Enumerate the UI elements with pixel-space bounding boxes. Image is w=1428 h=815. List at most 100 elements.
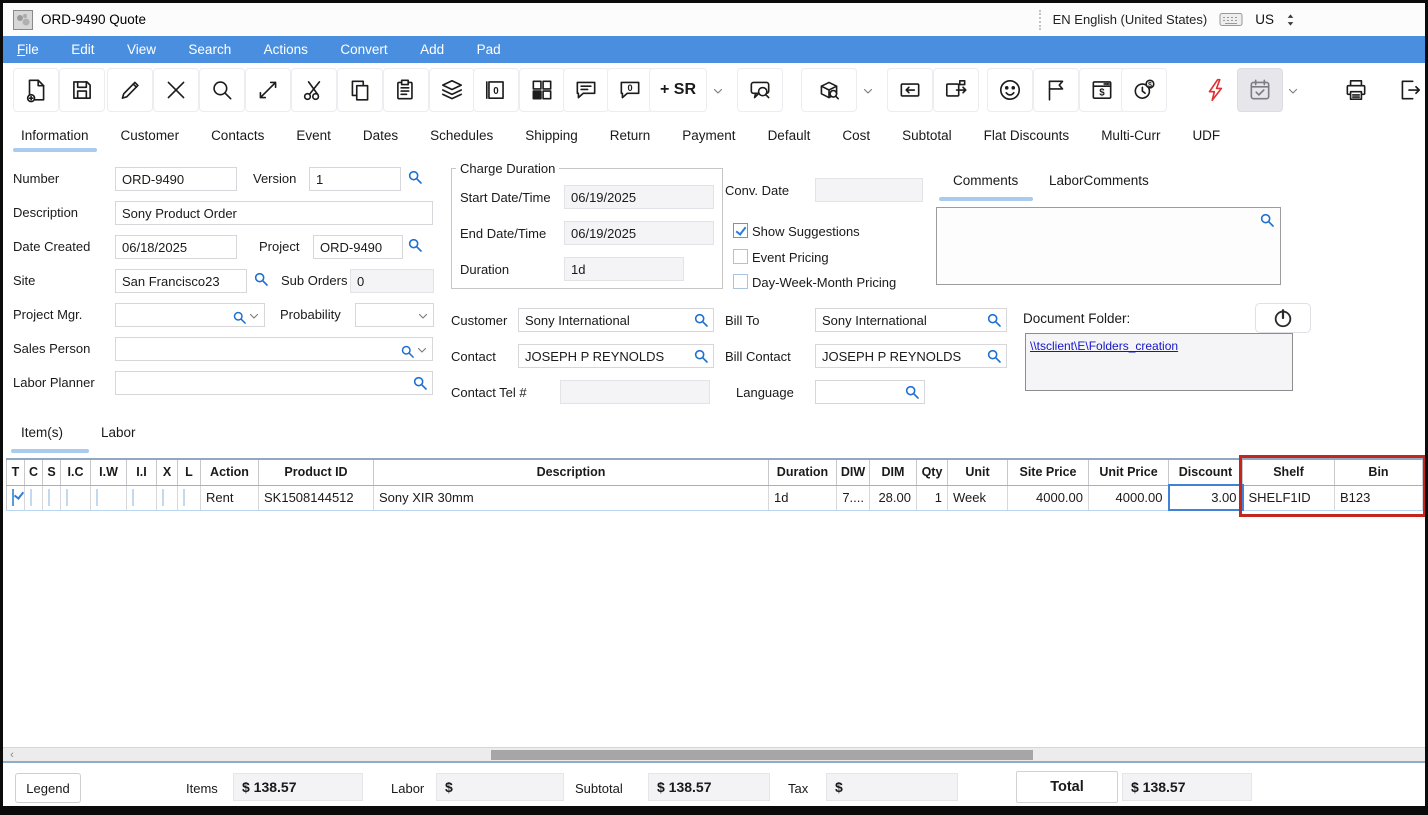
tab-labor[interactable]: Labor xyxy=(101,425,136,440)
day-week-month-pricing-checkbox[interactable] xyxy=(733,274,748,289)
language-label[interactable]: EN English (United States) xyxy=(1053,12,1208,27)
chevron-down-icon[interactable] xyxy=(417,310,429,322)
chevron-down-icon[interactable] xyxy=(1286,84,1300,98)
start-date-field[interactable]: 06/19/2025 xyxy=(564,185,714,209)
invoice-window-button[interactable]: $ xyxy=(1079,68,1125,112)
tab-shipping[interactable]: Shipping xyxy=(509,117,594,155)
cell-c[interactable] xyxy=(25,485,43,510)
project-search-icon[interactable] xyxy=(407,237,423,253)
menu-add[interactable]: Add xyxy=(406,36,458,63)
time-dollar-button[interactable]: $ xyxy=(1121,68,1167,112)
language-search-icon[interactable] xyxy=(904,384,920,400)
menu-edit[interactable]: Edit xyxy=(57,36,108,63)
tab-comments[interactable]: Comments xyxy=(953,173,1018,188)
scroll-left-arrow-icon[interactable]: ‹ xyxy=(5,748,19,761)
tab-udf[interactable]: UDF xyxy=(1176,117,1236,155)
comments-button[interactable] xyxy=(563,68,609,112)
event-pricing-checkbox[interactable] xyxy=(733,249,748,264)
cell-description[interactable]: Sony XIR 30mm xyxy=(374,485,769,510)
menu-pad[interactable]: Pad xyxy=(463,36,515,63)
row-checkbox-c[interactable] xyxy=(30,489,32,506)
menu-convert[interactable]: Convert xyxy=(326,36,401,63)
cell-dim[interactable]: 28.00 xyxy=(870,485,917,510)
grid-view-button[interactable] xyxy=(519,68,565,112)
cell-x[interactable] xyxy=(157,485,178,510)
sales-person-search-icon[interactable] xyxy=(400,344,412,356)
site-search-icon[interactable] xyxy=(253,271,269,287)
bill-contact-search-icon[interactable] xyxy=(986,348,1002,364)
bill-contact-field[interactable]: JOSEPH P REYNOLDS xyxy=(815,344,1007,368)
row-checkbox-t[interactable] xyxy=(12,489,14,506)
customer-search-icon[interactable] xyxy=(693,312,709,328)
show-suggestions-checkbox[interactable] xyxy=(733,223,748,238)
date-created-field[interactable]: 06/18/2025 xyxy=(115,235,237,259)
row-checkbox-s[interactable] xyxy=(48,489,50,506)
package-search-button[interactable] xyxy=(801,68,857,112)
tab-subtotal[interactable]: Subtotal xyxy=(886,117,968,155)
bill-to-search-icon[interactable] xyxy=(986,312,1002,328)
edit-button[interactable] xyxy=(107,68,153,112)
tab-items[interactable]: Item(s) xyxy=(21,425,63,440)
cell-qty[interactable]: 1 xyxy=(917,485,948,510)
delete-button[interactable] xyxy=(153,68,199,112)
add-sr-button[interactable]: + SR xyxy=(649,68,707,112)
tab-multi-curr[interactable]: Multi-Curr xyxy=(1085,117,1176,155)
version-field[interactable]: 1 xyxy=(309,167,401,191)
smiley-button[interactable] xyxy=(987,68,1033,112)
cell-unit-price[interactable]: 4000.00 xyxy=(1089,485,1169,510)
cell-duration[interactable]: 1d xyxy=(769,485,837,510)
chevron-down-icon[interactable] xyxy=(416,344,428,356)
ship-box-button[interactable] xyxy=(933,68,979,112)
cell-l[interactable] xyxy=(178,485,201,510)
tab-payment[interactable]: Payment xyxy=(666,117,751,155)
horizontal-scrollbar[interactable]: ‹ xyxy=(3,747,1425,761)
tab-dates[interactable]: Dates xyxy=(347,117,414,155)
cell-site-price[interactable]: 4000.00 xyxy=(1008,485,1089,510)
copy-button[interactable] xyxy=(337,68,383,112)
comments-search-icon[interactable] xyxy=(1259,212,1275,228)
tab-customer[interactable]: Customer xyxy=(105,117,196,155)
bubble-search-button[interactable] xyxy=(737,68,783,112)
cell-s[interactable] xyxy=(43,485,61,510)
cell-iw[interactable] xyxy=(91,485,127,510)
customer-field[interactable]: Sony International xyxy=(518,308,714,332)
cell-t[interactable] xyxy=(7,485,25,510)
cell-discount[interactable]: 3.00 xyxy=(1169,485,1243,510)
row-checkbox-l[interactable] xyxy=(183,489,185,506)
cell-action[interactable]: Rent xyxy=(201,485,259,510)
flag-button[interactable] xyxy=(1033,68,1079,112)
contact-tel-field[interactable] xyxy=(560,380,710,404)
tab-event[interactable]: Event xyxy=(280,117,347,155)
language-field[interactable] xyxy=(815,380,925,404)
tab-labor-comments[interactable]: LaborComments xyxy=(1049,173,1149,188)
probability-dropdown[interactable] xyxy=(355,303,434,327)
number-field[interactable]: ORD-9490 xyxy=(115,167,237,191)
project-mgr-search-icon[interactable] xyxy=(232,310,244,322)
language-bar-options-icon[interactable] xyxy=(1286,13,1295,27)
scrollbar-thumb[interactable] xyxy=(491,750,1033,760)
sales-person-field[interactable] xyxy=(115,337,433,361)
end-date-field[interactable]: 06/19/2025 xyxy=(564,221,714,245)
cell-product-id[interactable]: SK1508144512 xyxy=(259,485,374,510)
layers-button[interactable] xyxy=(429,68,475,112)
menu-view[interactable]: View xyxy=(113,36,170,63)
tab-information[interactable]: Information xyxy=(5,117,105,155)
chevron-down-icon[interactable] xyxy=(248,310,260,322)
menu-actions[interactable]: Actions xyxy=(250,36,322,63)
cell-shelf[interactable]: SHELF1ID xyxy=(1243,485,1335,510)
description-field[interactable]: Sony Product Order xyxy=(115,201,433,225)
document-zero-button[interactable]: 0 xyxy=(473,68,519,112)
labor-planner-search-icon[interactable] xyxy=(412,375,428,391)
comment-zero-button[interactable]: 0 xyxy=(607,68,653,112)
legend-button[interactable]: Legend xyxy=(15,773,81,803)
calendar-check-button[interactable] xyxy=(1237,68,1283,112)
comments-box[interactable] xyxy=(936,207,1281,285)
menu-search[interactable]: Search xyxy=(174,36,245,63)
site-field[interactable]: San Francisco23 xyxy=(115,269,247,293)
save-button[interactable] xyxy=(59,68,105,112)
row-checkbox-x[interactable] xyxy=(162,489,164,506)
cut-button[interactable] xyxy=(291,68,337,112)
row-checkbox-iw[interactable] xyxy=(96,489,98,506)
row-checkbox-ii[interactable] xyxy=(132,489,134,506)
return-into-box-button[interactable] xyxy=(887,68,933,112)
